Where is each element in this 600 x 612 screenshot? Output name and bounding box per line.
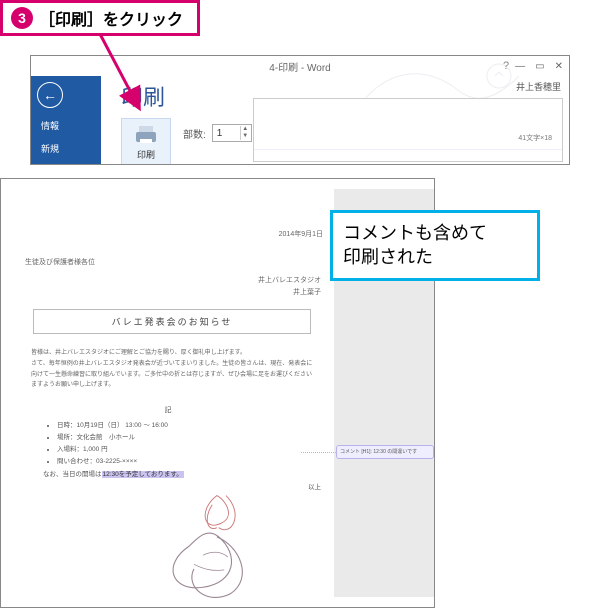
copies-control: 部数: 1 ▲▼ bbox=[183, 124, 252, 142]
word-print-backstage: 4-印刷 - Word ? — ▭ ✕ 井上香穂里 ← 情報 新規 開く 上書き… bbox=[30, 55, 570, 165]
doc-studio: 井上バレエスタジオ bbox=[13, 275, 321, 285]
close-button[interactable]: ✕ bbox=[555, 61, 563, 72]
print-button-label: 印刷 bbox=[137, 148, 155, 161]
doc-author: 井上葉子 bbox=[13, 287, 321, 297]
minimize-button[interactable]: — bbox=[515, 61, 525, 72]
doc-memo-prefix: なお、当日の開場は bbox=[43, 471, 102, 478]
window-titlebar: 4-印刷 - Word ? — ▭ ✕ bbox=[31, 56, 569, 76]
comment-connector-line bbox=[301, 452, 336, 453]
doc-memo: なお、当日の開場は12:30を予定しております。 bbox=[43, 468, 331, 478]
help-icon[interactable]: ? bbox=[503, 60, 509, 72]
sidebar-item-open[interactable]: 開く bbox=[31, 160, 101, 165]
sidebar-item-new[interactable]: 新規 bbox=[31, 137, 101, 160]
back-button[interactable]: ← bbox=[37, 82, 63, 108]
window-controls: — ▭ ✕ bbox=[515, 61, 563, 72]
backstage-sidebar: ← 情報 新規 開く 上書き保存 bbox=[31, 76, 101, 164]
preview-char-note: 41文字×18 bbox=[518, 133, 552, 143]
doc-closing: 以上 bbox=[13, 481, 321, 491]
step-instruction: ［印刷］をクリック bbox=[39, 6, 183, 30]
ballet-shoes-illustration bbox=[151, 491, 301, 601]
comment-balloon: コメント [H1]: 12:30 の間違いです bbox=[336, 445, 434, 459]
doc-memo-highlight: 12:30を予定しております。 bbox=[102, 471, 184, 478]
copies-value: 1 bbox=[217, 128, 223, 139]
print-preview-mini: 41文字×18 bbox=[253, 98, 563, 162]
doc-date: 2014年9月1日 bbox=[13, 229, 323, 239]
backstage-main: 印刷 印刷 部数: 1 ▲▼ 41文字×18 bbox=[101, 76, 569, 164]
result-annotation: コメントも含めて印刷された bbox=[330, 210, 540, 281]
list-item: 問い合わせ：03-2225-×××× bbox=[57, 455, 331, 465]
doc-body: 皆様は、井上バレエスタジオにご理解とご協力を賜り、厚く御礼申し上げます。さて、毎… bbox=[31, 348, 313, 391]
sidebar-item-info[interactable]: 情報 bbox=[31, 114, 101, 137]
doc-addressee: 生徒及び保護者様各位 bbox=[25, 257, 331, 267]
printer-icon bbox=[133, 126, 159, 146]
backstage-body: ← 情報 新規 開く 上書き保存 印刷 印刷 部数: 1 ▲▼ bbox=[31, 76, 569, 164]
doc-bullet-list: 日時：10月19日（日） 13:00 ～ 16:00 場所：文化会館 小ホール … bbox=[57, 419, 331, 465]
copies-label: 部数: bbox=[183, 126, 206, 141]
list-item: 場所：文化会館 小ホール bbox=[57, 431, 331, 441]
list-item: 日時：10月19日（日） 13:00 ～ 16:00 bbox=[57, 419, 331, 429]
print-button[interactable]: 印刷 bbox=[121, 118, 171, 164]
step-callout: 3 ［印刷］をクリック bbox=[0, 0, 200, 36]
copies-spinner[interactable]: 1 ▲▼ bbox=[212, 124, 252, 142]
doc-section-header: 記 bbox=[13, 405, 331, 415]
step-number-badge: 3 bbox=[11, 7, 33, 29]
spinner-arrows-icon[interactable]: ▲▼ bbox=[240, 126, 250, 140]
doc-title: バレエ発表会のお知らせ bbox=[33, 309, 311, 334]
window-title: 4-印刷 - Word bbox=[269, 59, 331, 74]
restore-button[interactable]: ▭ bbox=[535, 61, 544, 72]
list-item: 入場料：1,000 円 bbox=[57, 443, 331, 453]
